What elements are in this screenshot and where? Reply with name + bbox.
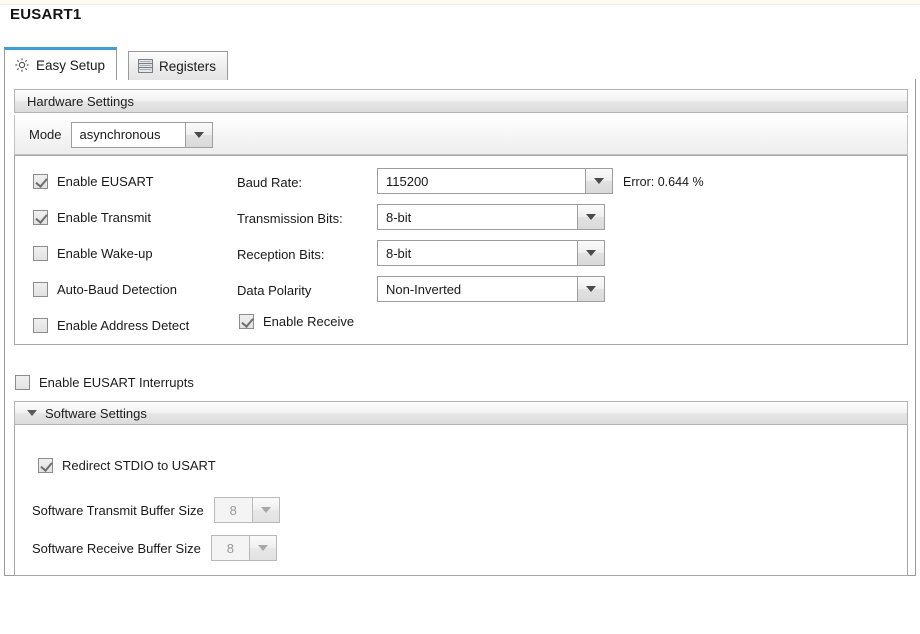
chevron-down-icon: [586, 286, 596, 292]
combobox-software-transmit-buffer-size-arrow[interactable]: [251, 497, 280, 523]
label-software-receive-buffer-size: Software Receive Buffer Size: [32, 540, 201, 556]
mode-combobox[interactable]: asynchronous: [70, 121, 213, 148]
chevron-down-icon: [260, 507, 271, 513]
field-software-receive-buffer-size: Software Receive Buffer Size 8: [32, 535, 277, 561]
chevron-down-icon: [586, 250, 596, 256]
checkbox-enable-transmit[interactable]: Enable Transmit: [33, 210, 151, 225]
tab-strip: Easy Setup Registers: [4, 47, 916, 80]
checkbox-redirect-stdio-label: Redirect STDIO to USART: [62, 458, 216, 473]
combobox-data-polarity-value[interactable]: Non-Inverted: [377, 276, 577, 302]
easy-setup-panel: Hardware Settings Mode asynchronous Enab…: [4, 79, 916, 576]
checkbox-enable-address-detect[interactable]: Enable Address Detect: [33, 318, 189, 333]
combobox-transmission-bits-arrow[interactable]: [577, 204, 605, 230]
chevron-down-icon: [193, 131, 204, 138]
checkbox-redirect-stdio-box[interactable]: [38, 458, 53, 473]
window-top-strip: [0, 0, 920, 5]
hardware-settings-body: Enable EUSART Enable Transmit Enable Wak…: [14, 155, 908, 345]
combobox-data-polarity[interactable]: Non-Inverted: [377, 276, 605, 302]
label-data-polarity: Data Polarity: [237, 283, 312, 298]
hardware-settings-title: Hardware Settings: [27, 93, 134, 109]
label-baud-rate: Baud Rate:: [237, 175, 303, 190]
checkbox-enable-eusart-label: Enable EUSART: [57, 174, 154, 189]
combobox-baud-rate-arrow[interactable]: [585, 168, 613, 194]
tab-easy-setup-label: Easy Setup: [36, 57, 106, 73]
checkbox-auto-baud-detection-box[interactable]: [33, 282, 48, 297]
checkbox-enable-eusart[interactable]: Enable EUSART: [33, 174, 154, 189]
checkbox-enable-receive[interactable]: Enable Receive: [239, 314, 354, 329]
chevron-down-icon: [594, 178, 604, 184]
mode-label: Mode: [29, 127, 62, 142]
hardware-settings-header[interactable]: Hardware Settings: [14, 89, 908, 113]
checkbox-enable-wakeup-box[interactable]: [33, 246, 48, 261]
label-reception-bits: Reception Bits:: [237, 247, 325, 262]
checkbox-enable-transmit-label: Enable Transmit: [57, 210, 151, 225]
combobox-software-transmit-buffer-size-value[interactable]: 8: [213, 497, 252, 523]
combobox-software-transmit-buffer-size[interactable]: 8: [213, 497, 280, 523]
combobox-software-receive-buffer-size[interactable]: 8: [210, 535, 277, 561]
checkbox-enable-transmit-box[interactable]: [33, 210, 48, 225]
chevron-down-icon: [257, 545, 268, 551]
mode-combobox-value[interactable]: asynchronous: [70, 121, 185, 148]
combobox-reception-bits[interactable]: 8-bit: [377, 240, 605, 266]
combobox-baud-rate[interactable]: 115200: [377, 168, 613, 194]
registers-table-icon: [138, 59, 153, 73]
checkbox-enable-address-detect-label: Enable Address Detect: [57, 318, 190, 333]
checkbox-enable-eusart-box[interactable]: [33, 174, 48, 189]
software-settings-header[interactable]: Software Settings: [14, 401, 908, 425]
checkbox-enable-eusart-interrupts[interactable]: Enable EUSART Interrupts: [15, 375, 194, 390]
combobox-transmission-bits-value[interactable]: 8-bit: [377, 204, 577, 230]
combobox-transmission-bits[interactable]: 8-bit: [377, 204, 605, 230]
baud-rate-error-text: Error: 0.644 %: [623, 175, 704, 189]
combobox-software-receive-buffer-size-value[interactable]: 8: [210, 535, 249, 561]
label-software-transmit-buffer-size: Software Transmit Buffer Size: [32, 502, 204, 518]
field-software-transmit-buffer-size: Software Transmit Buffer Size 8: [32, 497, 280, 523]
combobox-baud-rate-value[interactable]: 115200: [377, 168, 585, 194]
checkbox-enable-wakeup[interactable]: Enable Wake-up: [33, 246, 153, 261]
combobox-reception-bits-arrow[interactable]: [577, 240, 605, 266]
checkbox-enable-receive-box[interactable]: [239, 314, 254, 329]
checkbox-enable-receive-label: Enable Receive: [263, 314, 355, 329]
page-title: EUSART1: [10, 6, 82, 23]
checkbox-enable-eusart-interrupts-label: Enable EUSART Interrupts: [39, 375, 194, 390]
label-transmission-bits: Transmission Bits:: [237, 211, 343, 226]
software-settings-body: Redirect STDIO to USART Software Transmi…: [14, 425, 908, 576]
checkbox-enable-address-detect-box[interactable]: [33, 318, 48, 333]
mode-combobox-arrow[interactable]: [184, 121, 213, 148]
chevron-down-icon: [586, 214, 596, 220]
tab-easy-setup[interactable]: Easy Setup: [4, 47, 118, 80]
tab-registers[interactable]: Registers: [128, 51, 229, 80]
tab-registers-label: Registers: [159, 58, 217, 74]
software-settings-title: Software Settings: [45, 405, 147, 421]
checkbox-enable-eusart-interrupts-box[interactable]: [15, 375, 30, 390]
checkbox-redirect-stdio[interactable]: Redirect STDIO to USART: [38, 458, 216, 473]
chevron-down-icon: [27, 410, 37, 416]
combobox-data-polarity-arrow[interactable]: [577, 276, 605, 302]
gear-icon: [14, 57, 30, 73]
checkbox-enable-wakeup-label: Enable Wake-up: [57, 246, 153, 261]
combobox-reception-bits-value[interactable]: 8-bit: [377, 240, 577, 266]
mode-row: Mode asynchronous: [14, 115, 908, 155]
checkbox-auto-baud-detection[interactable]: Auto-Baud Detection: [33, 282, 177, 297]
combobox-software-receive-buffer-size-arrow[interactable]: [248, 535, 277, 561]
checkbox-auto-baud-detection-label: Auto-Baud Detection: [57, 282, 177, 297]
